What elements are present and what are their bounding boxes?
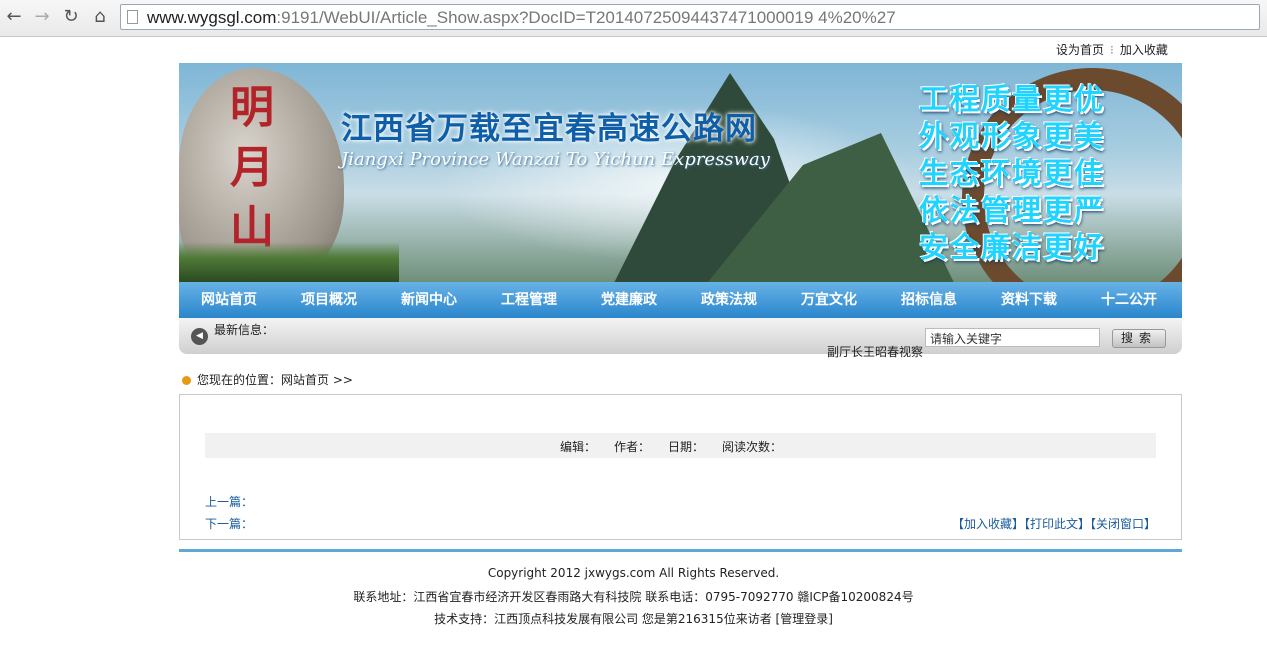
rock-inscription: 明月山: [230, 82, 274, 253]
footer-support-text: 技术支持：江西顶点科技发展有限公司 您是第216315位来访者: [434, 612, 772, 626]
nav-item-engineering[interactable]: 工程管理: [501, 282, 557, 318]
nav-item-bidding[interactable]: 招标信息: [901, 282, 957, 318]
footer-address: 联系地址：江西省宜春市经济开发区春雨路大有科技院 联系电话：0795-70927…: [353, 590, 914, 604]
latest-info-label: 最新信息：: [214, 323, 275, 337]
separator: ⁝: [1110, 43, 1114, 57]
search-input[interactable]: 请输入关键字: [925, 328, 1100, 347]
meta-reads: 阅读次数：: [722, 440, 783, 454]
news-ticker-bar: ◀ 最新信息： 副厅长王昭春视察 请输入关键字 搜索: [179, 318, 1182, 359]
footer-copyright: Copyright 2012 jxwygs.com All Rights Res…: [487, 566, 780, 580]
slogan-list: 工程质量更优 外观形象更美 生态环境更佳 依法管理更严 安全廉洁更好: [919, 81, 1105, 266]
nav-item-home[interactable]: 网站首页: [201, 282, 257, 318]
news-ticker-item[interactable]: 副厅长王昭春视察: [827, 343, 923, 360]
nav-item-disclosure[interactable]: 十二公开: [1101, 282, 1157, 318]
search-button[interactable]: 搜索: [1112, 329, 1166, 348]
browser-toolbar: ← → ↻ ⌂ www.wygsgl.com:9191/WebUI/Articl…: [0, 0, 1267, 37]
meta-author: 作者：: [614, 440, 651, 454]
slogan-item: 生态环境更佳: [919, 156, 1106, 190]
nav-item-culture[interactable]: 万宜文化: [801, 282, 857, 318]
url-path: :9191/WebUI/Article_Show.aspx?DocID=T201…: [276, 8, 896, 27]
slogan-item: 依法管理更严: [919, 193, 1106, 227]
site-subtitle: Jiangxi Province Wanzai To Yichun Expres…: [341, 149, 770, 170]
speaker-icon: ◀: [191, 328, 208, 345]
article-panel: 编辑： 作者： 日期： 阅读次数： 上一篇： 下一篇： 【加入收藏】【打印此文】…: [179, 394, 1182, 540]
print-button[interactable]: 【打印此文】: [1024, 517, 1090, 531]
admin-login-link[interactable]: [管理登录]: [776, 612, 833, 626]
slogan-item: 工程质量更优: [919, 82, 1106, 116]
bullet-icon: [182, 376, 191, 385]
nav-item-policy[interactable]: 政策法规: [701, 282, 757, 318]
back-arrow-icon[interactable]: ←: [4, 7, 24, 27]
reload-icon[interactable]: ↻: [61, 7, 81, 27]
slogan-item: 外观形象更美: [919, 119, 1106, 153]
article-actions: 【加入收藏】【打印此文】【关闭窗口】: [952, 515, 1156, 532]
prev-article-link[interactable]: 上一篇：: [205, 493, 253, 510]
footer-divider: [179, 549, 1182, 552]
page-icon: [127, 10, 138, 24]
meta-date: 日期：: [668, 440, 705, 454]
main-nav: 网站首页 项目概况 新闻中心 工程管理 党建廉政 政策法规 万宜文化 招标信息 …: [179, 282, 1182, 318]
add-favorite-link[interactable]: 加入收藏: [1120, 43, 1168, 57]
top-links: 设为首页 ⁝ 加入收藏: [1056, 41, 1168, 58]
banner-grass: [179, 242, 399, 282]
address-bar[interactable]: www.wygsgl.com:9191/WebUI/Article_Show.a…: [120, 4, 1260, 30]
add-favorite-button[interactable]: 【加入收藏】: [952, 517, 1024, 531]
article-meta-bar: 编辑： 作者： 日期： 阅读次数：: [205, 433, 1156, 458]
nav-item-party[interactable]: 党建廉政: [601, 282, 657, 318]
breadcrumb: 您现在的位置：网站首页 >>: [182, 371, 353, 388]
set-homepage-link[interactable]: 设为首页: [1056, 43, 1104, 57]
site-title: 江西省万载至宜春高速公路网: [341, 111, 757, 147]
url-text[interactable]: www.wygsgl.com:9191/WebUI/Article_Show.a…: [147, 8, 896, 28]
slogan-item: 安全廉洁更好: [919, 230, 1106, 264]
meta-editor: 编辑：: [560, 440, 597, 454]
nav-item-overview[interactable]: 项目概况: [301, 282, 357, 318]
forward-arrow-icon[interactable]: →: [32, 7, 52, 27]
next-article-link[interactable]: 下一篇：: [205, 515, 253, 532]
nav-item-news[interactable]: 新闻中心: [401, 282, 457, 318]
header-banner: 明月山 江西省万载至宜春高速公路网 Jiangxi Province Wanza…: [179, 63, 1182, 282]
nav-item-downloads[interactable]: 资料下载: [1001, 282, 1057, 318]
breadcrumb-text: 您现在的位置：网站首页 >>: [197, 373, 353, 387]
footer-support: 技术支持：江西顶点科技发展有限公司 您是第216315位来访者 [管理登录]: [0, 610, 1267, 627]
home-icon[interactable]: ⌂: [90, 7, 110, 27]
close-window-button[interactable]: 【关闭窗口】: [1090, 517, 1156, 531]
url-host: www.wygsgl.com: [147, 8, 277, 27]
